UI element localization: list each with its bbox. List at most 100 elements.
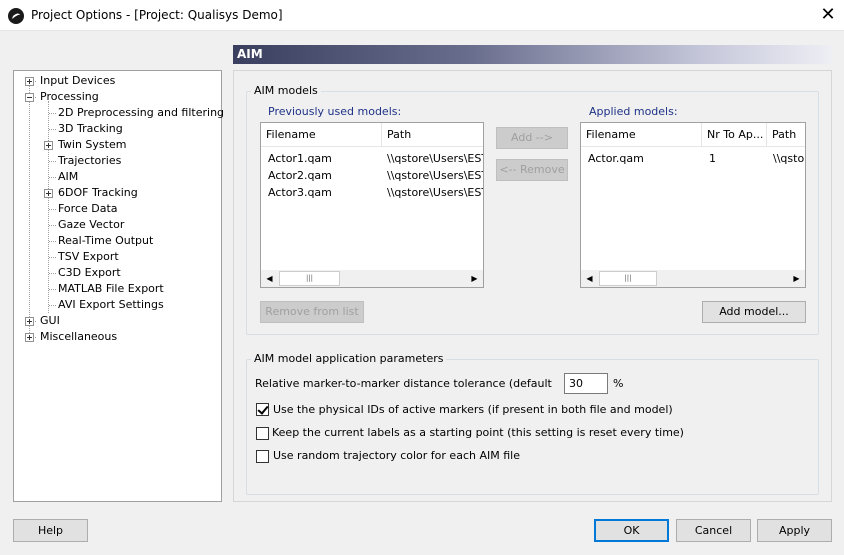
tree-item[interactable]: TSV Export xyxy=(56,249,121,265)
list-item-path[interactable]: \\qstore\Users\EST\ xyxy=(387,167,483,184)
list-item-count[interactable]: 1 xyxy=(709,150,767,167)
tree-item[interactable]: MATLAB File Export xyxy=(56,281,166,297)
scroll-right-icon[interactable]: ▶ xyxy=(466,270,483,287)
app-icon xyxy=(8,8,24,24)
aim-params-group-title: AIM model application parameters xyxy=(251,352,447,365)
tree-connector xyxy=(48,101,49,313)
applied-models-header: Filename Nr To Ap... Path xyxy=(581,123,805,147)
add-button[interactable]: Add --> xyxy=(496,127,568,149)
tree-item-label: AVI Export Settings xyxy=(58,298,164,311)
cancel-button[interactable]: Cancel xyxy=(676,519,751,542)
tree-connector xyxy=(49,129,56,130)
tree-item-label: Twin System xyxy=(58,138,127,151)
tree-item[interactable]: 3D Tracking xyxy=(56,121,125,137)
apply-button[interactable]: Apply xyxy=(757,519,832,542)
physical-ids-checkbox[interactable] xyxy=(256,403,269,416)
tree-item[interactable]: AIM xyxy=(56,169,80,185)
close-icon[interactable]: ✕ xyxy=(816,4,840,26)
previous-models-label: Previously used models: xyxy=(268,105,402,118)
keep-labels-checkbox[interactable] xyxy=(256,427,269,440)
scroll-thumb[interactable]: ||| xyxy=(279,271,340,286)
tree-connector xyxy=(49,113,56,114)
random-color-checkbox[interactable] xyxy=(256,450,269,463)
list-item-path[interactable]: \\qstore\Users\EST\ xyxy=(387,184,483,201)
column-header-filename[interactable]: Filename xyxy=(581,123,702,147)
tree-item[interactable]: Processing xyxy=(38,89,101,105)
tree-connector xyxy=(49,289,56,290)
previous-models-list[interactable]: Filename Path Actor1.qam \\qstore\Users\… xyxy=(260,122,484,288)
tree-connector xyxy=(49,273,56,274)
tolerance-input[interactable]: 30 xyxy=(564,373,608,394)
applied-models-label: Applied models: xyxy=(589,105,678,118)
tree-item-label: C3D Export xyxy=(58,266,121,279)
tree-item-label: Trajectories xyxy=(58,154,122,167)
scroll-thumb[interactable]: ||| xyxy=(599,271,657,286)
tree-item[interactable]: C3D Export xyxy=(56,265,123,281)
horizontal-scrollbar[interactable]: ◀ ||| ▶ xyxy=(261,270,483,287)
add-model-button[interactable]: Add model... xyxy=(702,301,806,323)
tree-item[interactable]: Trajectories xyxy=(56,153,123,169)
remove-button[interactable]: <-- Remove xyxy=(496,159,568,181)
ok-button[interactable]: OK xyxy=(594,519,669,542)
expand-icon[interactable] xyxy=(25,77,34,86)
horizontal-scrollbar[interactable]: ◀ ||| ▶ xyxy=(581,270,805,287)
expand-icon[interactable] xyxy=(44,141,53,150)
tree-item[interactable]: Gaze Vector xyxy=(56,217,126,233)
list-item-path[interactable]: \\qstore\Users\EST\ xyxy=(387,150,483,167)
tree-item-label: Input Devices xyxy=(40,74,116,87)
tree-item-label: 2D Preprocessing and filtering xyxy=(58,106,225,119)
tree-item[interactable]: 6DOF Tracking xyxy=(56,185,140,201)
scroll-left-icon[interactable]: ◀ xyxy=(581,270,598,287)
remove-from-list-button[interactable]: Remove from list xyxy=(260,301,364,323)
tree-item-label: Real-Time Output xyxy=(58,234,154,247)
tree-connector xyxy=(49,225,56,226)
expand-icon[interactable] xyxy=(25,317,34,326)
tree-connector xyxy=(29,81,30,337)
previous-models-header: Filename Path xyxy=(261,123,483,147)
column-header-nr-to-apply[interactable]: Nr To Ap... xyxy=(702,123,767,147)
list-item-filename[interactable]: Actor3.qam xyxy=(268,184,383,201)
column-header-path[interactable]: Path xyxy=(767,123,805,147)
tree-item[interactable]: Real-Time Output xyxy=(56,233,155,249)
list-item-filename[interactable]: Actor.qam xyxy=(588,150,703,167)
tree-item[interactable]: GUI xyxy=(38,313,62,329)
tree-item-label: Force Data xyxy=(58,202,118,215)
tree-item[interactable]: Input Devices xyxy=(38,73,117,89)
tree-item-label: GUI xyxy=(40,314,60,327)
scroll-left-icon[interactable]: ◀ xyxy=(261,270,278,287)
tree-item-label: MATLAB File Export xyxy=(58,282,164,295)
page-title: AIM xyxy=(237,47,263,61)
tolerance-unit: % xyxy=(613,377,624,390)
tree-item-label: Miscellaneous xyxy=(40,330,118,343)
applied-models-list[interactable]: Filename Nr To Ap... Path Actor.qam 1 \\… xyxy=(580,122,806,288)
tree-item[interactable]: 2D Preprocessing and filtering xyxy=(56,105,226,121)
help-button[interactable]: Help xyxy=(13,519,88,542)
expand-icon[interactable] xyxy=(44,189,53,198)
collapse-icon[interactable] xyxy=(25,93,34,102)
list-item-path[interactable]: \\qstor xyxy=(773,150,805,167)
random-color-label[interactable]: Use random trajectory color for each AIM… xyxy=(273,449,520,462)
list-item-filename[interactable]: Actor2.qam xyxy=(268,167,383,184)
tree-item[interactable]: AVI Export Settings xyxy=(56,297,166,313)
expand-icon[interactable] xyxy=(25,333,34,342)
tree-connector xyxy=(49,161,56,162)
tree-item[interactable]: Twin System xyxy=(56,137,128,153)
tree-item[interactable]: Force Data xyxy=(56,201,120,217)
tree-item-label: Gaze Vector xyxy=(58,218,125,231)
tree-item-label: Processing xyxy=(40,90,99,103)
scroll-right-icon[interactable]: ▶ xyxy=(788,270,805,287)
column-header-filename[interactable]: Filename xyxy=(261,123,382,147)
tree-item[interactable]: Miscellaneous xyxy=(38,329,119,345)
page-header-bar xyxy=(233,45,832,64)
tree-connector xyxy=(49,241,56,242)
options-tree: Input Devices Processing 2D Preprocessing … xyxy=(13,70,224,502)
list-item-filename[interactable]: Actor1.qam xyxy=(268,150,383,167)
aim-models-group-title: AIM models xyxy=(251,84,321,97)
keep-labels-label[interactable]: Keep the current labels as a starting po… xyxy=(272,426,684,439)
tree-item-label: AIM xyxy=(58,170,79,183)
tree-connector xyxy=(49,305,56,306)
window-title: Project Options - [Project: Qualisys Dem… xyxy=(31,8,283,22)
physical-ids-label[interactable]: Use the physical IDs of active markers (… xyxy=(273,403,673,416)
tree-connector xyxy=(49,177,56,178)
column-header-path[interactable]: Path xyxy=(382,123,483,147)
